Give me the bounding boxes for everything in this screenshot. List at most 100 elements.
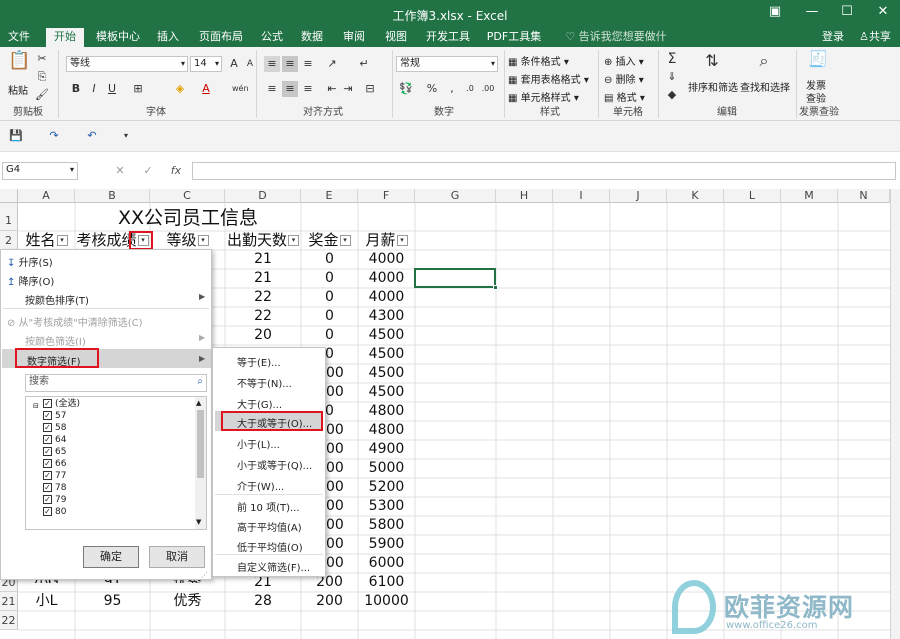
data-cell[interactable]: 5000 (358, 459, 415, 478)
data-cell[interactable]: 21 (225, 250, 301, 269)
fill-color-icon[interactable]: ◈ (172, 81, 188, 97)
data-cell[interactable]: 0 (301, 288, 358, 307)
data-cell[interactable]: 00 (326, 364, 358, 383)
check-item[interactable]: ✓ 65 (43, 446, 66, 458)
vertical-scrollbar[interactable] (890, 189, 900, 639)
filter-dropdown-icon[interactable]: ▾ (197, 235, 209, 246)
submenu-item-less[interactable]: 小于(L)... (237, 436, 280, 451)
submenu-item-top10[interactable]: 前 10 项(T)... (237, 499, 300, 514)
fill-handle[interactable] (493, 285, 498, 290)
tell-me-box[interactable]: ♡ 告诉我您想要做什么... (556, 28, 676, 61)
check-item[interactable]: ✓ 57 (43, 410, 66, 422)
data-cell[interactable]: 4000 (358, 269, 415, 288)
data-cell[interactable]: 00 (326, 516, 358, 535)
ok-button[interactable]: 确定 (83, 546, 139, 568)
sort-desc-item[interactable]: ↥ 降序(O) (7, 273, 54, 288)
ribbon-display-icon[interactable]: ▣ (764, 4, 786, 19)
italic-button[interactable]: I (86, 81, 102, 97)
undo-icon[interactable]: ↶ (84, 128, 100, 144)
data-cell[interactable]: 00 (326, 535, 358, 554)
check-item[interactable]: ✓ 80 (43, 506, 66, 518)
filter-dropdown-icon[interactable]: ▾ (339, 235, 351, 246)
check-item[interactable]: ✓ 77 (43, 470, 66, 482)
cancel-button[interactable]: 取消 (149, 546, 205, 568)
insert-function-icon[interactable]: fx (168, 163, 184, 179)
cell-styles-button[interactable]: ▦ 单元格样式 ▾ (508, 89, 579, 104)
data-cell[interactable]: 00 (326, 440, 358, 459)
currency-icon[interactable]: 💱 (398, 81, 414, 97)
data-cell[interactable]: 00 (326, 497, 358, 516)
increase-decimal-icon[interactable]: .0 (462, 81, 478, 97)
data-cell[interactable]: 200 (301, 592, 358, 611)
data-cell[interactable]: 28 (225, 592, 301, 611)
column-header[interactable]: N (838, 189, 890, 203)
tab-insert[interactable]: 插入 (152, 28, 184, 47)
sheet-title[interactable]: XX公司员工信息 (75, 205, 301, 231)
column-header[interactable]: H (496, 189, 553, 203)
merge-center-icon[interactable]: ⊟ (362, 81, 378, 97)
increase-indent-icon[interactable]: ⇥ (340, 81, 356, 97)
minimize-button[interactable]: — (801, 4, 823, 19)
share-button[interactable]: ♙共享 (852, 28, 898, 47)
tab-pdf-tools[interactable]: PDF工具集 (484, 28, 544, 47)
align-left-icon[interactable]: ≡ (264, 81, 280, 97)
tab-page-layout[interactable]: 页面布局 (194, 28, 248, 47)
data-cell[interactable]: 4800 (358, 402, 415, 421)
number-format-select[interactable]: 常规 ▾ (396, 56, 498, 72)
data-cell[interactable]: 4900 (358, 440, 415, 459)
font-size-select[interactable]: 14 ▾ (190, 56, 222, 72)
data-cell[interactable]: 20 (225, 326, 301, 345)
data-cell[interactable]: 00 (326, 554, 358, 573)
sort-filter-label[interactable]: 排序和筛选 (688, 79, 738, 94)
column-header[interactable]: C (150, 189, 225, 203)
sort-asc-item[interactable]: ↧ 升序(S) (7, 254, 53, 269)
column-header[interactable]: B (75, 189, 150, 203)
check-item[interactable]: ✓ 66 (43, 458, 66, 470)
submenu-item-above-average[interactable]: 高于平均值(A) (237, 519, 302, 534)
column-header[interactable]: F (358, 189, 415, 203)
column-header[interactable]: D (225, 189, 301, 203)
decrease-decimal-icon[interactable]: .00 (480, 81, 496, 97)
tab-home[interactable]: 开始 (46, 28, 84, 47)
clear-filter-item[interactable]: ⊘ 从"考核成绩"中清除筛选(C) (7, 314, 143, 329)
percent-button[interactable]: % (424, 81, 440, 97)
data-cell[interactable]: 22 (225, 288, 301, 307)
row-header[interactable]: 21 (0, 592, 18, 611)
submenu-item-below-average[interactable]: 低于平均值(O) (237, 539, 303, 554)
paste-icon[interactable]: 📋 (8, 52, 30, 79)
data-cell[interactable]: 0 (301, 269, 358, 288)
bold-button[interactable]: B (68, 81, 84, 97)
data-cell[interactable]: 5300 (358, 497, 415, 516)
phonetic-icon[interactable]: wén (232, 81, 249, 97)
submenu-item-equals[interactable]: 等于(E)... (237, 354, 281, 369)
data-cell[interactable]: 0 (301, 307, 358, 326)
column-header[interactable]: J (610, 189, 667, 203)
customize-qat-icon[interactable]: ▾ (118, 128, 134, 144)
invoice-icon[interactable]: 🧾 (806, 51, 830, 67)
tab-template[interactable]: 模板中心 (90, 28, 146, 47)
data-cell[interactable]: 00 (326, 383, 358, 402)
align-top-icon[interactable]: ≡ (264, 56, 280, 72)
data-cell[interactable]: 95 (75, 592, 150, 611)
header-cell[interactable]: 奖金 ▾ (301, 231, 358, 250)
column-header[interactable]: A (18, 189, 75, 203)
border-icon[interactable]: ⊞ (130, 81, 146, 97)
copy-icon[interactable]: ⎘ (34, 69, 50, 85)
font-color-icon[interactable]: A (198, 81, 214, 97)
data-cell[interactable]: 4500 (358, 345, 415, 364)
column-header[interactable]: I (553, 189, 610, 203)
align-middle-icon[interactable]: ≡ (282, 56, 298, 72)
select-all-corner[interactable] (0, 189, 18, 203)
check-item[interactable]: ✓ 78 (43, 482, 66, 494)
tab-formulas[interactable]: 公式 (256, 28, 288, 47)
insert-cells-button[interactable]: ⊕ 插入 ▾ (604, 53, 644, 68)
row-header[interactable]: 2 (0, 231, 18, 250)
fill-icon[interactable]: ⇓ (664, 69, 680, 85)
filter-dropdown-icon[interactable]: ▾ (396, 235, 408, 246)
align-right-icon[interactable]: ≡ (300, 81, 316, 97)
save-icon[interactable]: 💾 (8, 128, 24, 144)
sort-by-color-item[interactable]: 按颜色排序(T) (25, 292, 89, 307)
data-cell[interactable]: 4000 (358, 250, 415, 269)
decrease-indent-icon[interactable]: ⇤ (324, 81, 340, 97)
filter-by-color-item[interactable]: 按颜色筛选(I) (25, 333, 86, 348)
